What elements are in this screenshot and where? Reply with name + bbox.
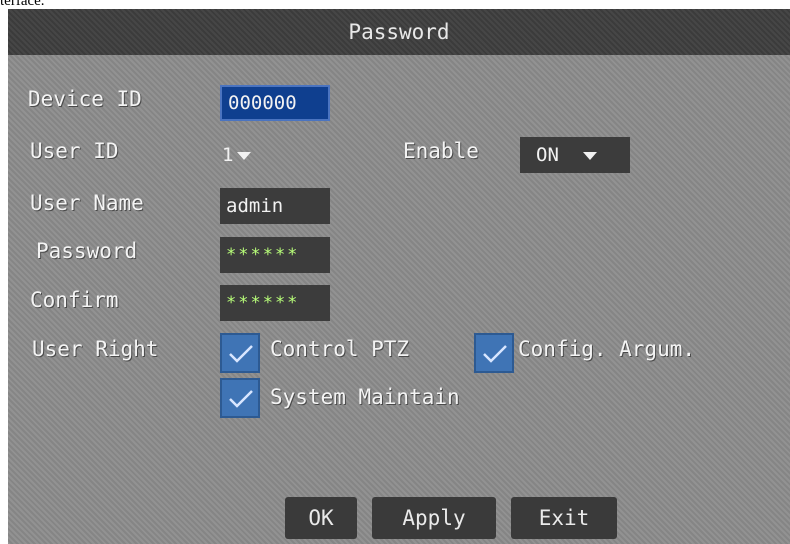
enable-label: Enable: [403, 139, 479, 163]
device-id-label: Device ID: [28, 87, 142, 111]
enable-select[interactable]: ON: [520, 137, 630, 173]
password-dialog: Password Device ID 000000 User ID 1 Enab…: [8, 9, 790, 544]
password-field[interactable]: ******: [220, 237, 330, 273]
chevron-down-icon: [582, 151, 597, 160]
apply-button[interactable]: Apply: [372, 497, 496, 539]
user-name-label: User Name: [30, 191, 144, 215]
exit-button[interactable]: Exit: [511, 497, 617, 539]
config-argum-checkbox[interactable]: [474, 333, 514, 373]
control-ptz-label: Control PTZ: [270, 337, 410, 361]
checkmark-icon: [229, 390, 253, 408]
caption-text: terface.: [0, 0, 45, 9]
checkmark-icon: [483, 345, 507, 363]
control-ptz-checkbox[interactable]: [220, 333, 260, 373]
user-id-value: 1: [222, 144, 234, 166]
device-id-field[interactable]: 000000: [220, 85, 330, 121]
confirm-field[interactable]: ******: [220, 285, 330, 321]
enable-value: ON: [536, 144, 559, 166]
system-maintain-checkbox[interactable]: [220, 378, 260, 418]
user-id-select[interactable]: 1: [220, 137, 270, 173]
confirm-label: Confirm: [30, 288, 119, 312]
user-right-label: User Right: [32, 337, 159, 361]
dialog-title: Password: [8, 9, 790, 55]
system-maintain-label: System Maintain: [270, 385, 460, 409]
ok-button[interactable]: OK: [285, 497, 357, 539]
user-name-field[interactable]: admin: [220, 188, 330, 224]
chevron-down-icon: [237, 151, 252, 160]
user-id-label: User ID: [30, 139, 119, 163]
config-argum-label: Config. Argum.: [518, 337, 696, 361]
checkmark-icon: [229, 345, 253, 363]
password-label: Password: [36, 239, 138, 263]
